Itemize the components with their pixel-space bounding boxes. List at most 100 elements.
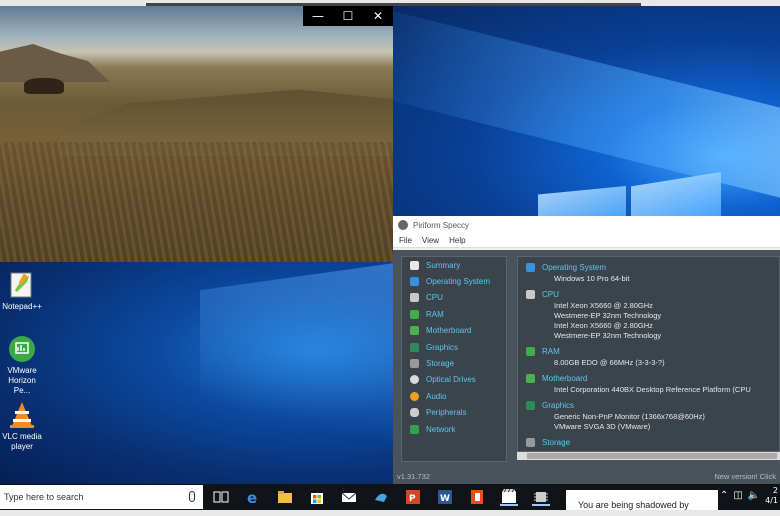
update-link[interactable]: New version! Click <box>714 472 776 481</box>
section-title[interactable]: Motherboard <box>542 374 587 383</box>
desktop-wallpaper: Notepad++ VMware Horizon Pe... VLC media… <box>0 262 393 484</box>
section-ram: RAM 8.00GB EDO @ 66MHz (3-3-3-?) <box>518 347 779 368</box>
speccy-title: Piriform Speccy <box>413 220 470 230</box>
nav-label: Peripherals <box>426 408 467 418</box>
desktop-icon-label: Notepad++ <box>2 302 42 311</box>
section-value: Westmere-EP 32nm Technology <box>554 311 662 320</box>
section-title[interactable]: CPU <box>542 290 559 299</box>
menu-file[interactable]: File <box>399 236 412 245</box>
nav-item-motherboard[interactable]: Motherboard <box>402 323 506 339</box>
vlc-taskbar-icon[interactable] <box>500 488 518 506</box>
video-frame-mountain <box>0 44 110 82</box>
section-value: Windows 10 Pro 64-bit <box>554 274 630 283</box>
section-storage: Storage <box>518 438 779 449</box>
storage-icon <box>526 438 535 447</box>
wallpaper-light-beam <box>393 6 780 220</box>
nav-label: Network <box>426 424 456 434</box>
version-label: v1.31.732 <box>397 471 430 481</box>
section-value: 8.00GB EDO @ 66MHz (3-3-3-?) <box>554 358 665 367</box>
vmware-icon[interactable] <box>372 488 390 506</box>
section-graphics: Graphics Generic Non-PnP Monitor (1366x7… <box>518 401 779 432</box>
volume-icon[interactable]: 🔈 <box>748 490 760 501</box>
nav-item-operating-system[interactable]: Operating System <box>402 273 506 289</box>
ram-icon <box>410 309 419 319</box>
microphone-icon[interactable] <box>189 491 195 502</box>
section-value: Westmere-EP 32nm Technology <box>554 331 662 340</box>
nav-item-graphics[interactable]: Graphics <box>402 339 506 355</box>
speccy-status-bar: v1.31.732 New version! Click <box>393 468 780 484</box>
audio-icon <box>410 391 419 401</box>
maximize-button[interactable]: ☐ <box>333 9 363 23</box>
nav-label: RAM <box>426 309 444 319</box>
horizontal-scrollbar[interactable] <box>517 452 780 460</box>
video-window-controls: — ☐ ✕ <box>303 6 393 26</box>
nav-label: CPU <box>426 293 443 303</box>
nav-item-optical-drives[interactable]: Optical Drives <box>402 372 506 388</box>
section-motherboard: Motherboard Intel Corporation 440BX Desk… <box>518 374 779 395</box>
desktop-icon-label: VMware Horizon Pe... <box>7 366 37 395</box>
mail-icon[interactable] <box>340 488 358 506</box>
section-title[interactable]: Graphics <box>542 401 574 410</box>
store-icon[interactable] <box>308 488 326 506</box>
nav-item-network[interactable]: Network <box>402 421 506 437</box>
nav-label: Audio <box>426 391 447 401</box>
video-player-window[interactable] <box>0 6 393 262</box>
speccy-nav: Summary Operating System CPU RAM Motherb… <box>401 256 507 462</box>
section-value: Intel Xeon X5660 @ 2.80GHz <box>554 321 653 330</box>
nav-item-ram[interactable]: RAM <box>402 306 506 322</box>
speccy-window[interactable]: Piriform Speccy File View Help Summary O… <box>393 216 780 484</box>
menu-help[interactable]: Help <box>449 236 465 245</box>
desktop-icon-vlc[interactable]: VLC media player <box>0 400 44 452</box>
cpu-icon <box>526 290 535 299</box>
notification-text: You are being shadowed by <box>578 500 689 510</box>
speccy-title-bar[interactable]: Piriform Speccy <box>393 216 780 234</box>
mouse-icon <box>410 408 419 418</box>
storage-icon <box>410 359 419 369</box>
section-title[interactable]: RAM <box>542 347 560 356</box>
task-view-icon[interactable] <box>212 488 230 506</box>
speccy-taskbar-icon[interactable] <box>532 488 550 506</box>
desktop-icon-vmware[interactable]: VMware Horizon Pe... <box>0 334 44 396</box>
section-value: VMware SVGA 3D (VMware) <box>554 422 651 431</box>
menu-view[interactable]: View <box>422 236 439 245</box>
section-operating-system: Operating System Windows 10 Pro 64-bit <box>518 263 779 284</box>
shadowing-notification[interactable]: You are being shadowed by <box>566 490 718 510</box>
speccy-menu-bar: File View Help <box>393 234 780 248</box>
word-icon[interactable]: W <box>436 488 454 506</box>
optical-drive-icon <box>410 375 419 385</box>
close-button[interactable]: ✕ <box>363 9 393 23</box>
taskbar-search-box[interactable]: Type here to search <box>0 485 203 509</box>
cpu-icon <box>410 293 419 303</box>
motherboard-icon <box>526 374 535 383</box>
office-icon[interactable] <box>468 488 486 506</box>
video-frame-grass <box>0 142 393 262</box>
section-value: Generic Non-PnP Monitor (1366x768@60Hz) <box>554 412 705 421</box>
network-tray-icon[interactable]: ◫ <box>733 490 742 501</box>
nav-label: Optical Drives <box>426 375 476 385</box>
nav-item-storage[interactable]: Storage <box>402 355 506 371</box>
svg-text:P: P <box>409 494 416 504</box>
file-explorer-icon[interactable] <box>276 488 294 506</box>
nav-item-audio[interactable]: Audio <box>402 388 506 404</box>
powerpoint-icon[interactable]: P <box>404 488 422 506</box>
system-tray: ⌃ ◫ 🔈 <box>720 490 760 501</box>
edge-icon[interactable]: e <box>244 488 262 507</box>
nav-label: Storage <box>426 359 455 369</box>
minimize-button[interactable]: — <box>303 9 333 23</box>
tray-chevron-up-icon[interactable]: ⌃ <box>720 490 728 501</box>
section-title[interactable]: Operating System <box>542 263 606 272</box>
video-frame-riders <box>24 78 64 94</box>
section-title[interactable]: Storage <box>542 438 570 447</box>
nav-item-summary[interactable]: Summary <box>402 257 506 273</box>
desktop-icon-notepadpp[interactable]: Notepad++ <box>0 270 44 312</box>
vmware-horizon-icon <box>7 334 37 364</box>
nav-item-cpu[interactable]: CPU <box>402 290 506 306</box>
nav-label: Operating System <box>426 277 491 287</box>
speccy-body: Summary Operating System CPU RAM Motherb… <box>393 250 780 468</box>
scrollbar-thumb[interactable] <box>527 453 777 459</box>
search-placeholder: Type here to search <box>4 492 84 502</box>
screen-bottom-border <box>0 510 780 516</box>
nav-item-peripherals[interactable]: Peripherals <box>402 405 506 421</box>
wallpaper-window-pane <box>538 186 626 220</box>
taskbar-clock[interactable]: 2 4/1 <box>765 486 778 506</box>
